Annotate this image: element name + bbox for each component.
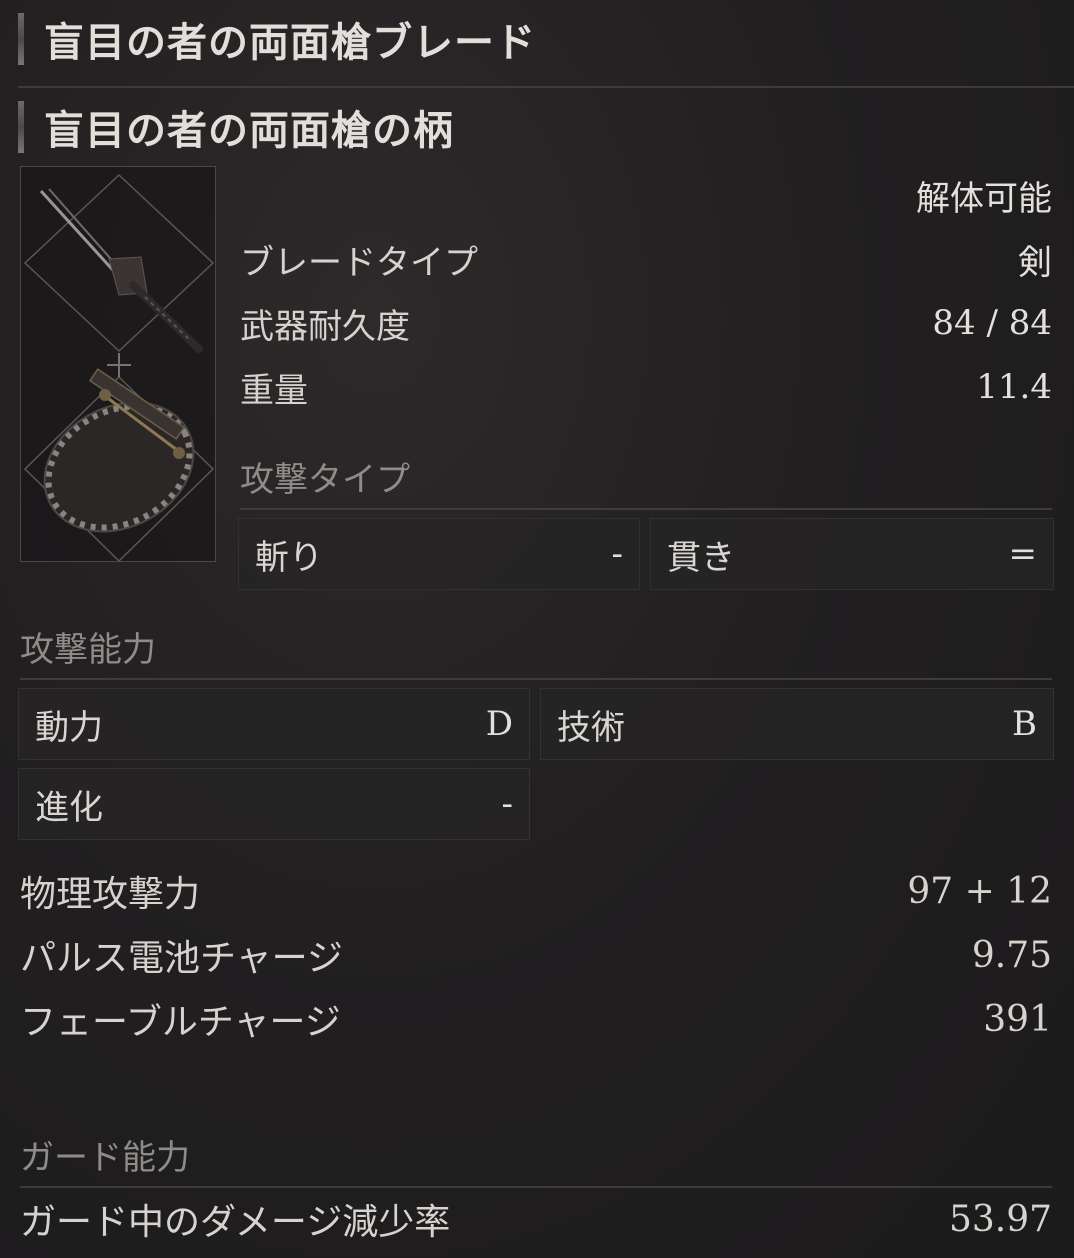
pulse-cell-label: パルス電池チャージ — [20, 938, 343, 979]
attack-type-value: = — [1008, 534, 1038, 574]
attack-type-divider — [240, 508, 1052, 510]
physical-attack-value: 97 + 12 — [907, 870, 1052, 912]
title-marker — [18, 13, 24, 65]
blade-icon — [39, 188, 203, 353]
fable-charge-value: 391 — [983, 998, 1052, 1040]
dismantle-row: 解体可能 — [240, 170, 1052, 220]
attack-type-value: - — [611, 534, 624, 574]
handle-name: 盲目の者の両面槍の柄 — [44, 107, 454, 154]
blade-title: 盲目の者の両面槍ブレード — [18, 4, 1074, 74]
title-divider — [18, 86, 1074, 88]
scaling-cell-technique: 技術 B — [540, 688, 1054, 760]
title-marker — [18, 101, 24, 153]
dismantle-status: 解体可能 — [916, 178, 1052, 219]
attack-type-heading: 攻撃タイプ — [240, 460, 410, 500]
blade-name: 盲目の者の両面槍ブレード — [44, 19, 536, 66]
blade-type-value: 剣 — [1018, 242, 1052, 283]
blade-type-row: ブレードタイプ 剣 — [240, 234, 1052, 284]
scaling-label: 動力 — [35, 707, 103, 748]
pulse-cell-value: 9.75 — [971, 934, 1052, 976]
guard-reduction-label: ガード中のダメージ減少率 — [20, 1202, 451, 1243]
attack-type-cell-pierce: 貫き = — [650, 518, 1054, 590]
weight-value: 11.4 — [976, 367, 1052, 407]
scaling-grade: - — [501, 784, 514, 824]
weapon-thumbnail-art — [23, 173, 215, 563]
durability-label: 武器耐久度 — [240, 306, 410, 347]
scaling-cell-advance: 進化 - — [18, 768, 530, 840]
scaling-label: 進化 — [35, 787, 103, 828]
physical-attack-label: 物理攻撃力 — [20, 874, 201, 915]
durability-row: 武器耐久度 84 / 84 — [240, 298, 1052, 348]
weapon-thumbnail — [20, 166, 216, 563]
attack-ability-heading: 攻撃能力 — [20, 630, 156, 670]
attack-type-cell-slash: 斬り - — [238, 518, 640, 590]
stat-row: フェーブルチャージ 391 — [20, 992, 1052, 1046]
attack-type-label: 斬り — [255, 537, 323, 578]
scaling-grade: D — [485, 704, 513, 744]
handle-icon — [43, 368, 195, 533]
attack-ability-divider — [20, 678, 1052, 680]
handle-title: 盲目の者の両面槍の柄 — [18, 92, 1074, 162]
weight-label: 重量 — [240, 370, 308, 411]
scaling-grade: B — [1012, 704, 1037, 744]
stat-row: 物理攻撃力 97 + 12 — [20, 864, 1052, 918]
guard-ability-divider — [20, 1186, 1052, 1188]
weight-row: 重量 11.4 — [240, 362, 1052, 412]
guard-ability-heading: ガード能力 — [20, 1138, 190, 1178]
scaling-label: 技術 — [557, 707, 625, 748]
fable-charge-label: フェーブルチャージ — [20, 1002, 341, 1043]
plus-icon — [107, 353, 131, 377]
scaling-cell-motivity: 動力 D — [18, 688, 530, 760]
stat-row: ガード中のダメージ減少率 53.97 — [20, 1192, 1052, 1246]
blade-type-label: ブレードタイプ — [240, 242, 478, 283]
guard-reduction-value: 53.97 — [948, 1198, 1052, 1240]
attack-type-label: 貫き — [667, 537, 735, 578]
stat-row: パルス電池チャージ 9.75 — [20, 928, 1052, 982]
durability-value: 84 / 84 — [932, 303, 1052, 343]
